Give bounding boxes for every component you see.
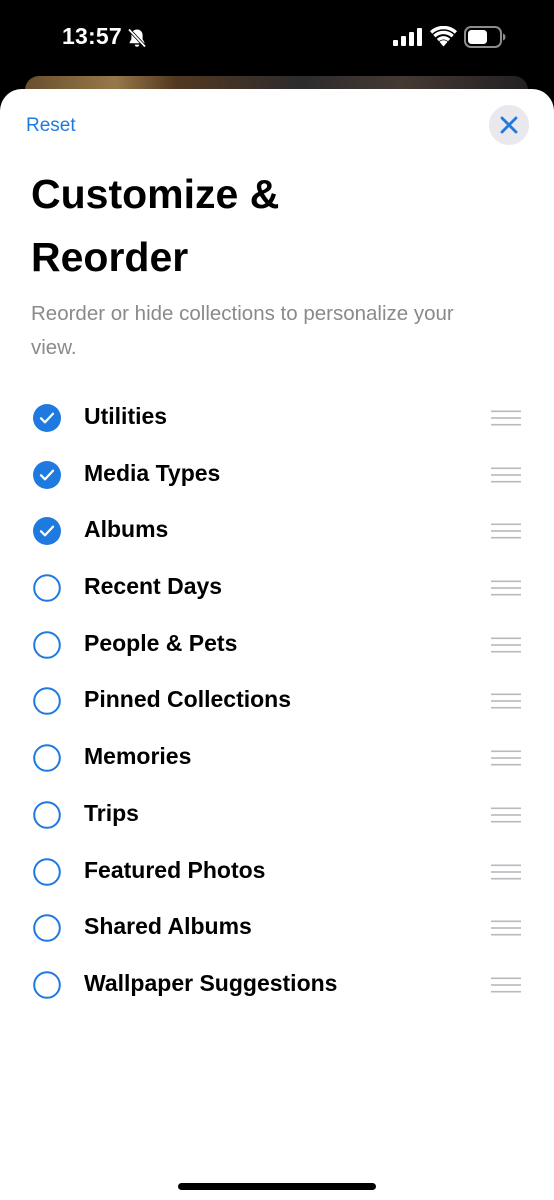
wifi-icon bbox=[430, 26, 457, 47]
drag-handle-icon[interactable] bbox=[491, 863, 521, 881]
collection-row[interactable]: Shared Albums bbox=[0, 900, 554, 957]
collection-label: Pinned Collections bbox=[84, 686, 292, 713]
screen: 13:57 Reset Customize & Reorder Reorder … bbox=[0, 0, 554, 1200]
drag-handle-icon[interactable] bbox=[491, 579, 521, 597]
collection-row[interactable]: Memories bbox=[0, 730, 554, 787]
drag-handle-icon[interactable] bbox=[491, 466, 521, 484]
collection-label: People & Pets bbox=[84, 629, 238, 656]
empty-circle-icon[interactable] bbox=[33, 801, 61, 829]
drag-handle-icon[interactable] bbox=[491, 692, 521, 710]
drag-handle-icon[interactable] bbox=[491, 749, 521, 767]
empty-circle-icon[interactable] bbox=[33, 857, 61, 886]
collection-row[interactable]: Utilities bbox=[0, 390, 554, 447]
collection-row[interactable]: Media Types bbox=[0, 447, 554, 504]
collection-label: Featured Photos bbox=[84, 856, 266, 883]
checkmark-circle-filled-icon[interactable] bbox=[33, 404, 61, 432]
close-button[interactable] bbox=[489, 105, 529, 145]
collection-label: Albums bbox=[84, 516, 169, 543]
battery-icon bbox=[464, 26, 506, 48]
collection-label: Wallpaper Suggestions bbox=[84, 969, 338, 996]
collection-label: Utilities bbox=[84, 403, 168, 429]
status-time: 13:57 bbox=[62, 23, 122, 49]
empty-circle-icon[interactable] bbox=[33, 744, 61, 772]
bell-slash-icon bbox=[127, 28, 147, 48]
collection-row[interactable]: People & Pets bbox=[0, 617, 554, 674]
collection-row[interactable]: Pinned Collections bbox=[0, 673, 554, 730]
page-subtitle: Reorder or hide collections to personali… bbox=[31, 302, 454, 359]
collection-label: Shared Albums bbox=[84, 913, 252, 940]
empty-circle-icon[interactable] bbox=[33, 971, 61, 999]
drag-handle-icon[interactable] bbox=[491, 919, 521, 937]
collection-row[interactable]: Trips bbox=[0, 787, 554, 844]
collection-label: Recent Days bbox=[84, 573, 223, 600]
home-indicator[interactable] bbox=[178, 1183, 376, 1190]
collection-row[interactable]: Recent Days bbox=[0, 560, 554, 617]
checkmark-circle-filled-icon[interactable] bbox=[33, 517, 61, 546]
close-icon bbox=[500, 116, 518, 134]
customize-sheet: Reset Customize & Reorder Reorder or hid… bbox=[0, 89, 554, 1200]
collection-row[interactable]: Featured Photos bbox=[0, 844, 554, 901]
collection-label: Media Types bbox=[84, 459, 221, 486]
drag-handle-icon[interactable] bbox=[491, 636, 521, 654]
page-title: Customize & Reorder bbox=[31, 163, 431, 289]
collection-label: Memories bbox=[84, 743, 192, 770]
drag-handle-icon[interactable] bbox=[491, 522, 521, 540]
cellular-signal-icon bbox=[393, 28, 422, 46]
reset-button[interactable]: Reset bbox=[26, 115, 76, 137]
empty-circle-icon[interactable] bbox=[33, 687, 61, 716]
collections-list: Utilities Media Types Albums Recent Days bbox=[0, 390, 554, 1014]
collection-label: Trips bbox=[84, 799, 139, 826]
page-title-line2: Reorder bbox=[31, 234, 189, 280]
collection-row[interactable]: Albums bbox=[0, 503, 554, 560]
drag-handle-icon[interactable] bbox=[491, 409, 521, 427]
empty-circle-icon[interactable] bbox=[33, 574, 61, 602]
drag-handle-icon[interactable] bbox=[491, 976, 521, 994]
status-bar: 13:57 bbox=[0, 0, 554, 76]
checkmark-circle-filled-icon[interactable] bbox=[33, 460, 61, 489]
empty-circle-icon[interactable] bbox=[33, 630, 61, 659]
empty-circle-icon[interactable] bbox=[33, 914, 61, 942]
page-title-line1: Customize & bbox=[31, 171, 280, 217]
drag-handle-icon[interactable] bbox=[491, 806, 521, 824]
collection-row[interactable]: Wallpaper Suggestions bbox=[0, 957, 554, 1014]
